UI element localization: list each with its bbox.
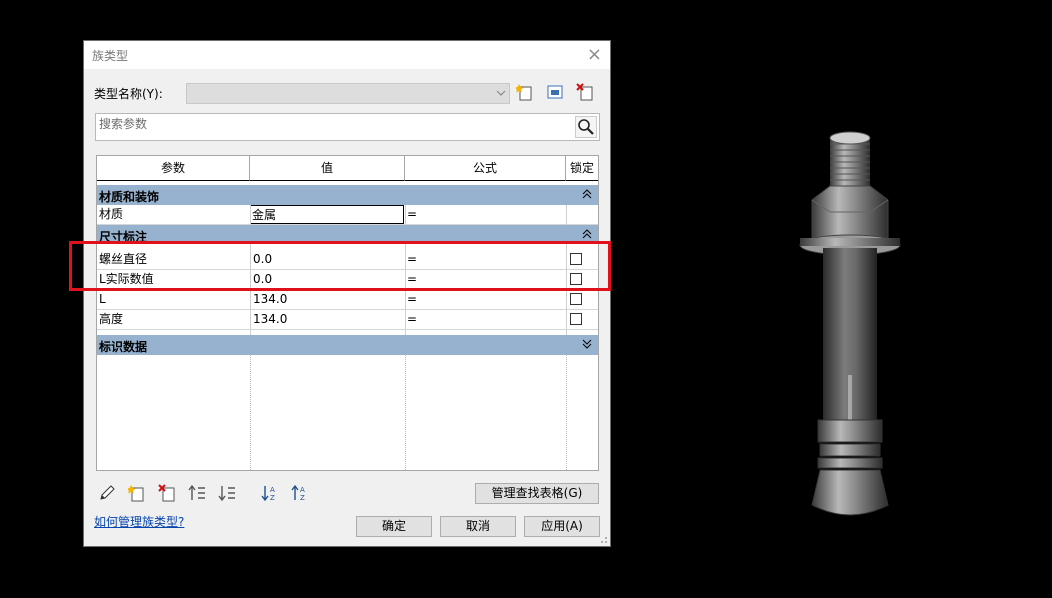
column-header-parameter[interactable]: 参数 <box>97 156 250 181</box>
new-parameter-icon[interactable] <box>128 484 146 502</box>
sort-ascending-icon[interactable]: AZ <box>261 484 279 502</box>
svg-text:A: A <box>300 486 305 494</box>
expand-icon[interactable] <box>582 339 592 349</box>
resize-grip-icon[interactable] <box>598 534 608 544</box>
highlight-box <box>69 241 611 291</box>
group-title: 材质和装饰 <box>99 190 160 204</box>
help-link[interactable]: 如何管理族类型? <box>94 513 184 530</box>
cancel-button[interactable]: 取消 <box>440 516 516 537</box>
param-name: L <box>99 292 106 306</box>
value-field[interactable]: 金属 <box>250 205 404 224</box>
search-placeholder: 搜索参数 <box>99 117 148 131</box>
lock-checkbox[interactable] <box>570 313 582 325</box>
group-materials[interactable]: 材质和装饰 <box>97 185 598 205</box>
ok-button[interactable]: 确定 <box>356 516 432 537</box>
column-header-value[interactable]: 值 <box>250 156 405 181</box>
lock-checkbox[interactable] <box>570 293 582 305</box>
move-down-icon[interactable] <box>218 484 236 502</box>
move-up-icon[interactable] <box>188 484 206 502</box>
dropdown-arrow-icon <box>496 90 506 96</box>
apply-button[interactable]: 应用(A) <box>524 516 600 537</box>
delete-parameter-icon[interactable] <box>158 484 176 502</box>
parameters-grid: 参数 值 公式 锁定 材质和装饰 材质 金属 = 尺寸标注 螺丝直径 0.0 =… <box>96 155 599 471</box>
manage-lookup-tables-button[interactable]: 管理查找表格(G) <box>475 483 599 504</box>
anchor-bolt-preview <box>799 131 901 516</box>
table-row[interactable]: L 134.0 = <box>97 290 598 310</box>
param-name: 材质 <box>99 207 124 221</box>
formula-field[interactable]: = <box>407 205 557 224</box>
svg-text:A: A <box>270 486 275 494</box>
search-input[interactable]: 搜索参数 <box>95 113 600 141</box>
formula-field[interactable]: = <box>407 310 557 329</box>
table-row[interactable]: 材质 金属 = <box>97 205 598 225</box>
svg-text:Z: Z <box>270 494 275 502</box>
table-row[interactable]: 高度 134.0 = <box>97 310 598 330</box>
dialog-title: 族类型 <box>92 49 129 63</box>
title-bar: 族类型 × <box>84 41 610 69</box>
rename-type-icon[interactable] <box>546 83 564 101</box>
search-icon <box>578 119 594 135</box>
sort-descending-icon[interactable]: AZ <box>291 484 309 502</box>
search-button[interactable] <box>575 116 597 138</box>
column-header-formula[interactable]: 公式 <box>405 156 566 181</box>
collapse-icon[interactable] <box>582 189 592 199</box>
collapse-icon[interactable] <box>582 229 592 239</box>
param-name: 高度 <box>99 312 124 326</box>
value-field[interactable]: 134.0 <box>253 310 403 329</box>
type-name-label: 类型名称(Y): <box>94 87 163 101</box>
column-header-lock[interactable]: 锁定 <box>566 156 598 181</box>
formula-field[interactable]: = <box>407 290 557 309</box>
svg-text:Z: Z <box>300 494 305 502</box>
group-identity-data[interactable]: 标识数据 <box>97 335 598 355</box>
group-title: 标识数据 <box>99 340 148 354</box>
value-field[interactable]: 134.0 <box>253 290 403 309</box>
delete-type-icon[interactable] <box>576 83 594 101</box>
family-types-dialog: 族类型 × 类型名称(Y): 搜索参数 参数 值 公式 锁定 材质和装饰 材质 … <box>83 40 611 547</box>
type-name-combo[interactable] <box>186 83 510 104</box>
close-icon[interactable]: × <box>587 44 602 65</box>
new-type-icon[interactable] <box>516 83 534 101</box>
pencil-icon[interactable] <box>98 484 116 502</box>
